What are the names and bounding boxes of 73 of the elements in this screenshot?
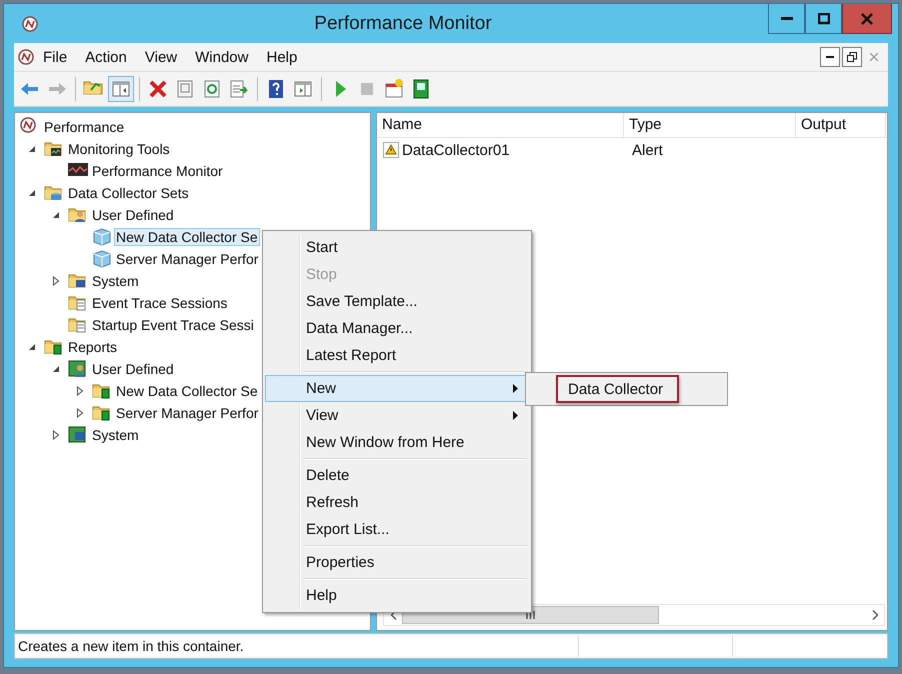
- grip-icon: [526, 611, 535, 619]
- minimize-icon: [780, 17, 792, 20]
- calendar-icon: [383, 78, 405, 100]
- tree-item[interactable]: User Defined: [90, 360, 176, 378]
- collapsed-arrow-icon[interactable]: [52, 430, 60, 440]
- menu-item[interactable]: Help: [257, 46, 306, 68]
- tree-item[interactable]: Data Collector Sets: [66, 184, 191, 202]
- collapsed-arrow-icon[interactable]: [52, 276, 60, 286]
- minimize-button[interactable]: [768, 4, 805, 34]
- tree-item[interactable]: Reports: [66, 338, 120, 356]
- menu-item[interactable]: Latest Report: [265, 342, 529, 369]
- menu-item[interactable]: Refresh: [265, 489, 529, 516]
- maximize-icon: [818, 12, 830, 24]
- submenu-arrow-icon: [513, 384, 518, 393]
- collapsed-arrow-icon[interactable]: [76, 408, 84, 418]
- submenu-arrow-icon: [513, 411, 518, 420]
- menu-item[interactable]: View: [265, 402, 529, 429]
- menu-item[interactable]: Data Manager...: [265, 315, 529, 342]
- pane-button[interactable]: [108, 76, 134, 102]
- cube-icon: [92, 249, 112, 269]
- menu-item[interactable]: Export List...: [265, 516, 529, 543]
- tree-item[interactable]: User Defined: [90, 206, 176, 224]
- minimize-icon: [826, 56, 834, 58]
- tree-item[interactable]: Startup Event Trace Sessi: [90, 316, 256, 334]
- menu-item[interactable]: Window: [186, 46, 258, 68]
- table-cell: DataCollector01: [402, 142, 510, 158]
- logo-icon: [22, 16, 38, 32]
- menu-item[interactable]: Save Template...: [265, 288, 529, 315]
- menu-item[interactable]: New Window from Here: [265, 429, 529, 456]
- expanded-arrow-icon[interactable]: [52, 211, 60, 219]
- tree-item[interactable]: New Data Collector Se: [114, 228, 260, 246]
- menu-item[interactable]: File: [34, 46, 76, 68]
- minimize-button[interactable]: [820, 47, 840, 67]
- column-header[interactable]: Name: [377, 113, 624, 137]
- maximize-button[interactable]: [805, 4, 842, 34]
- restore-icon: [847, 52, 857, 62]
- close-button[interactable]: [842, 4, 892, 34]
- column-header[interactable]: Type: [624, 113, 796, 137]
- collapsed-arrow-icon[interactable]: [76, 386, 84, 396]
- logo-icon: [18, 49, 34, 65]
- tree-item[interactable]: Event Trace Sessions: [90, 294, 230, 312]
- expanded-arrow-icon[interactable]: [28, 343, 36, 351]
- restore-button[interactable]: [842, 47, 862, 67]
- menu-item[interactable]: Help: [265, 582, 529, 609]
- expanded-arrow-icon[interactable]: [28, 145, 36, 153]
- report-user-icon: [68, 359, 88, 379]
- tree-item[interactable]: Server Manager Perfor: [114, 404, 260, 422]
- tree-item[interactable]: System: [90, 426, 141, 444]
- status-text: Creates a new item in this container.: [17, 638, 245, 654]
- report-computer-icon: [68, 425, 88, 445]
- table-cell-text: Alert: [631, 142, 664, 158]
- tree-item[interactable]: Performance Monitor: [90, 162, 225, 180]
- menu-item[interactable]: Data Collector: [556, 375, 680, 403]
- tree-item[interactable]: System: [90, 272, 141, 290]
- close-icon: [861, 12, 873, 24]
- delete-icon: [147, 78, 169, 100]
- cube-icon: [92, 227, 112, 247]
- export-icon: [228, 78, 250, 100]
- window-title: Performance Monitor: [313, 12, 493, 34]
- tree-item[interactable]: Monitoring Tools: [66, 140, 172, 158]
- expanded-arrow-icon[interactable]: [52, 365, 60, 373]
- tree-item[interactable]: Server Manager Perfor: [114, 250, 260, 268]
- menu-item[interactable]: Action: [76, 46, 136, 68]
- tree-item[interactable]: Performance: [42, 118, 126, 136]
- tree-item[interactable]: New Data Collector Se: [114, 382, 260, 400]
- menu-item[interactable]: Delete: [265, 462, 529, 489]
- warning-icon: [383, 142, 399, 158]
- expanded-arrow-icon[interactable]: [28, 189, 36, 197]
- close-icon: [870, 53, 878, 61]
- menu-item[interactable]: Properties: [265, 549, 529, 576]
- column-header[interactable]: Output: [796, 113, 886, 137]
- menu-item[interactable]: Start: [265, 234, 529, 261]
- menu-item[interactable]: View: [136, 46, 186, 68]
